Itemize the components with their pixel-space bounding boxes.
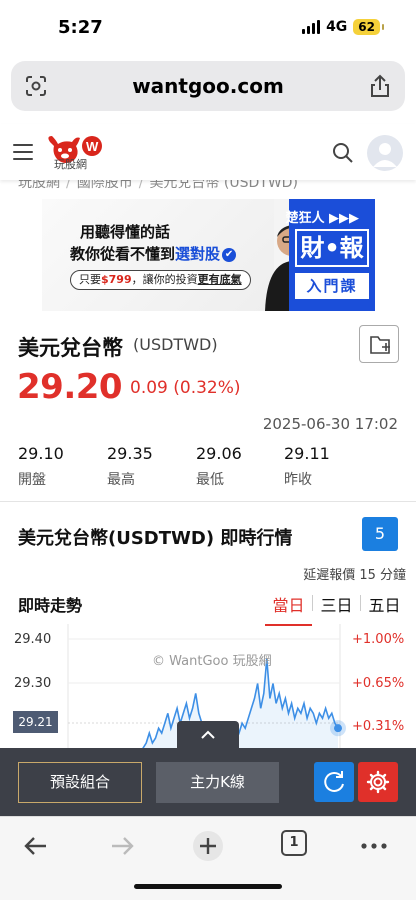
status-time: 5:27 [58, 17, 103, 38]
quote-timestamp: 2025-06-30 17:02 [262, 415, 398, 433]
y-tick-right-2: +0.31% [352, 719, 405, 734]
avatar[interactable] [367, 135, 403, 171]
address-bar[interactable]: wantgoo.com [11, 61, 405, 111]
refresh-icon [324, 771, 344, 792]
gear-icon [366, 770, 390, 794]
ad-big-text: 財•報 [295, 229, 369, 267]
network-type: 4G [326, 19, 348, 35]
delay-note: 延遲報價 15 分鐘 [303, 568, 406, 583]
y-tick-left-0: 29.40 [14, 632, 52, 647]
forward-icon[interactable] [102, 829, 142, 863]
y-tick-right-1: +0.65% [352, 676, 405, 691]
folder-plus-icon [370, 336, 390, 354]
tab-switcher-button[interactable]: 1 [281, 830, 307, 856]
ad-pill: 只要$799，讓你的投資更有底氣 [70, 270, 251, 290]
chart-title: 即時走勢 [18, 596, 83, 615]
main-k-line-button[interactable]: 主力K線 [156, 762, 279, 803]
quote-stats: 29.10 開盤 29.35 最高 29.06 最低 29.11 昨收 [18, 444, 398, 492]
check-icon: ✔ [222, 247, 237, 262]
collapse-toolbar-handle[interactable] [177, 721, 239, 749]
realtime-badge[interactable]: 5 [362, 517, 398, 551]
tab-3day[interactable]: 三日 [313, 589, 360, 626]
ad-line2: 教你從看不懂到選對股 ✔ [70, 243, 237, 264]
current-price: 29.20 [17, 367, 123, 407]
ad-left-panel: 用聽得懂的話 教你從看不懂到選對股 ✔ 只要$799，讓你的投資更有底氣 [42, 199, 274, 311]
back-icon[interactable] [16, 829, 56, 863]
battery-icon: 62 [353, 19, 384, 35]
realtime-title: 美元兌台幣(USDTWD) 即時行情 [18, 528, 293, 549]
current-price-tag: 29.21 [13, 711, 58, 733]
y-tick-right-0: +1.00% [352, 632, 405, 647]
home-indicator [134, 884, 282, 889]
stat-low: 29.06 最低 [196, 444, 242, 488]
signal-icon [302, 20, 321, 34]
y-tick-left-1: 29.30 [14, 676, 52, 691]
quote-name: 美元兌台幣 [18, 336, 123, 360]
quote-code: (USDTWD) [133, 335, 218, 354]
chart-series [140, 658, 346, 748]
share-icon[interactable] [369, 74, 391, 98]
preset-combo-button[interactable]: 預設組合 [18, 762, 142, 803]
site-header: W 玩股網 [0, 124, 416, 180]
chart-toolbar: 預設組合 主力K線 [0, 748, 416, 816]
menu-icon[interactable] [13, 144, 33, 160]
url-text[interactable]: wantgoo.com [11, 74, 405, 98]
chevron-up-icon [201, 730, 215, 739]
more-icon[interactable] [354, 829, 394, 863]
section-divider [0, 501, 416, 502]
ad-line1: 用聽得懂的話 [80, 223, 171, 241]
ad-brand: 楚狂人 ▶▶▶ [285, 211, 359, 226]
svg-text:W: W [86, 139, 99, 154]
series-area [140, 658, 338, 748]
settings-button[interactable] [358, 762, 398, 802]
tab-today[interactable]: 當日 [265, 589, 312, 626]
chart-range-tabs: 當日 三日 五日 [265, 589, 408, 626]
status-indicators: 4G 62 [302, 19, 384, 35]
chart-watermark: © WantGoo 玩股網 [152, 654, 272, 669]
ad-course-text: 入門課 [295, 273, 369, 299]
refresh-button[interactable] [314, 762, 354, 802]
search-icon[interactable] [332, 142, 354, 164]
new-tab-icon[interactable] [188, 829, 228, 863]
tab-5day[interactable]: 五日 [361, 589, 408, 626]
last-point [334, 724, 342, 733]
stat-prev-close: 29.11 昨收 [284, 444, 330, 488]
price-change: 0.09 (0.32%) [130, 378, 241, 398]
ad-banner[interactable]: 用聽得懂的話 教你從看不懂到選對股 ✔ 只要$799，讓你的投資更有底氣 楚狂人 … [42, 199, 375, 311]
stat-high: 29.35 最高 [107, 444, 153, 488]
status-bar: 5:27 4G 62 [0, 0, 416, 58]
stat-open: 29.10 開盤 [18, 444, 64, 488]
ad-right-panel: 楚狂人 ▶▶▶ 財•報 入門課 [285, 199, 375, 311]
logo-text: 玩股網 [54, 158, 87, 171]
add-to-watchlist-button[interactable] [359, 325, 399, 363]
